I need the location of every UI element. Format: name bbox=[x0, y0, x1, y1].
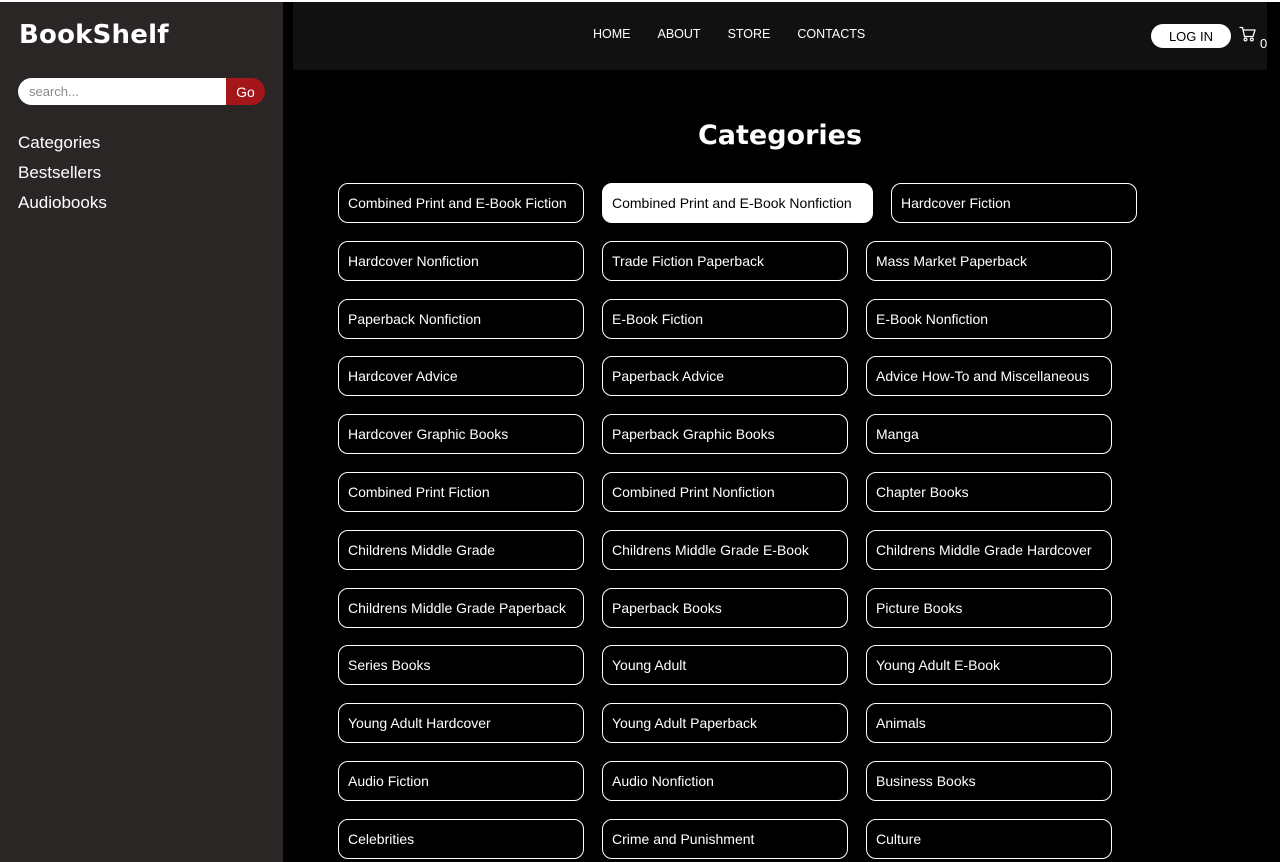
category-button[interactable]: Animals bbox=[866, 703, 1112, 743]
category-button[interactable]: Audio Nonfiction bbox=[602, 761, 848, 801]
top-nav: HOME ABOUT STORE CONTACTS bbox=[593, 27, 865, 41]
app-window: BookShelf Go Categories Bestsellers Audi… bbox=[0, 2, 1280, 862]
nav-store[interactable]: STORE bbox=[728, 27, 771, 41]
category-button[interactable]: Combined Print and E-Book Fiction bbox=[338, 183, 584, 223]
category-button[interactable]: Childrens Middle Grade Hardcover bbox=[866, 530, 1112, 570]
category-button[interactable]: Audio Fiction bbox=[338, 761, 584, 801]
nav-contacts[interactable]: CONTACTS bbox=[797, 27, 865, 41]
category-button[interactable]: Hardcover Nonfiction bbox=[338, 241, 584, 281]
nav-about[interactable]: ABOUT bbox=[658, 27, 701, 41]
top-bar: HOME ABOUT STORE CONTACTS LOG IN 0 bbox=[293, 2, 1267, 70]
category-button[interactable]: Manga bbox=[866, 414, 1112, 454]
category-button[interactable]: E-Book Nonfiction bbox=[866, 299, 1112, 339]
sidebar-item-bestsellers[interactable]: Bestsellers bbox=[18, 158, 107, 188]
category-button[interactable]: Hardcover Fiction bbox=[891, 183, 1137, 223]
search-input[interactable] bbox=[18, 78, 228, 105]
category-button[interactable]: Paperback Books bbox=[602, 588, 848, 628]
sidebar-item-categories[interactable]: Categories bbox=[18, 128, 107, 158]
brand-logo[interactable]: BookShelf bbox=[19, 20, 169, 50]
scroll-edge bbox=[1267, 2, 1280, 862]
category-button[interactable]: Advice How-To and Miscellaneous bbox=[866, 356, 1112, 396]
category-button[interactable]: Culture bbox=[866, 819, 1112, 859]
search-form: Go bbox=[18, 78, 265, 105]
category-button[interactable]: Crime and Punishment bbox=[602, 819, 848, 859]
nav-home[interactable]: HOME bbox=[593, 27, 631, 41]
category-button[interactable]: Paperback Graphic Books bbox=[602, 414, 848, 454]
search-button[interactable]: Go bbox=[226, 78, 265, 105]
category-button[interactable]: E-Book Fiction bbox=[602, 299, 848, 339]
category-button[interactable]: Childrens Middle Grade bbox=[338, 530, 584, 570]
category-button[interactable]: Childrens Middle Grade E-Book bbox=[602, 530, 848, 570]
category-button[interactable]: Paperback Nonfiction bbox=[338, 299, 584, 339]
category-button[interactable]: Paperback Advice bbox=[602, 356, 848, 396]
category-button[interactable]: Picture Books bbox=[866, 588, 1112, 628]
category-button[interactable]: Hardcover Advice bbox=[338, 356, 584, 396]
category-button[interactable]: Business Books bbox=[866, 761, 1112, 801]
category-button[interactable]: Series Books bbox=[338, 645, 584, 685]
category-button[interactable]: Young Adult bbox=[602, 645, 848, 685]
category-button[interactable]: Mass Market Paperback bbox=[866, 241, 1112, 281]
cart-button[interactable]: 0 bbox=[1237, 24, 1267, 52]
category-button[interactable]: Young Adult Paperback bbox=[602, 703, 848, 743]
cart-icon bbox=[1239, 26, 1256, 42]
category-button[interactable]: Young Adult Hardcover bbox=[338, 703, 584, 743]
category-button[interactable]: Chapter Books bbox=[866, 472, 1112, 512]
category-button[interactable]: Combined Print Nonfiction bbox=[602, 472, 848, 512]
sidebar: BookShelf Go Categories Bestsellers Audi… bbox=[0, 2, 283, 862]
page-title: Categories bbox=[697, 120, 863, 151]
sidebar-nav: Categories Bestsellers Audiobooks bbox=[18, 128, 107, 218]
category-button[interactable]: Combined Print Fiction bbox=[338, 472, 584, 512]
login-button[interactable]: LOG IN bbox=[1151, 24, 1231, 48]
category-button[interactable]: Trade Fiction Paperback bbox=[602, 241, 848, 281]
sidebar-item-audiobooks[interactable]: Audiobooks bbox=[18, 188, 107, 218]
category-button[interactable]: Celebrities bbox=[338, 819, 584, 859]
category-button[interactable]: Young Adult E-Book bbox=[866, 645, 1112, 685]
category-button[interactable]: Childrens Middle Grade Paperback bbox=[338, 588, 584, 628]
category-button[interactable]: Combined Print and E-Book Nonfiction bbox=[602, 183, 873, 223]
category-button[interactable]: Hardcover Graphic Books bbox=[338, 414, 584, 454]
